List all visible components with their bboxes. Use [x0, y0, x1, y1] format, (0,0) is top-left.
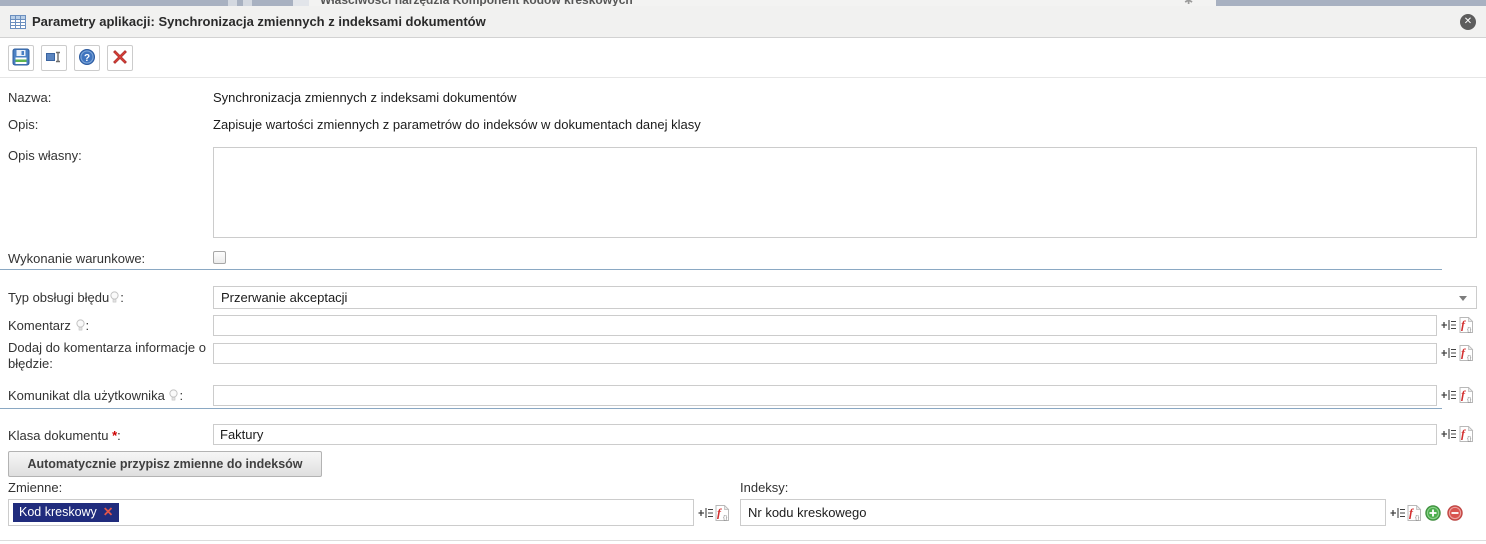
zmienne-field[interactable]: Kod kreskowy ✕	[8, 499, 694, 526]
close-icon[interactable]: ✕	[1460, 14, 1476, 30]
insert-variable-icon[interactable]	[1390, 506, 1406, 523]
klasa-dokumentu-label: Klasa dokumentu *:	[8, 428, 213, 444]
formula-editor-icon[interactable]: f{}	[1458, 345, 1474, 364]
wykonanie-warunkowe-label: Wykonanie warunkowe:	[8, 251, 213, 267]
hint-bulb-icon	[110, 291, 119, 308]
insert-variable-icon[interactable]	[1441, 318, 1457, 335]
indeksy-label: Indeksy:	[740, 480, 788, 495]
dodaj-do-komentarza-label: Dodaj do komentarza informacje o błędzie…	[8, 340, 213, 372]
table-icon	[10, 15, 26, 32]
help-button[interactable]: ?	[74, 45, 100, 71]
dialog-title: Parametry aplikacji: Synchronizacja zmie…	[32, 6, 486, 37]
dodaj-do-komentarza-input[interactable]	[213, 343, 1437, 364]
variable-chip: Kod kreskowy ✕	[13, 503, 119, 522]
zmienne-label: Zmienne:	[8, 480, 62, 495]
dialog-header: Parametry aplikacji: Synchronizacja zmie…	[0, 6, 1486, 38]
hint-bulb-icon	[169, 389, 178, 406]
klasa-dokumentu-input[interactable]	[213, 424, 1437, 445]
komunikat-input[interactable]	[213, 385, 1437, 406]
nazwa-label: Nazwa:	[8, 90, 213, 106]
opis-wlasny-label: Opis własny:	[8, 148, 213, 164]
section-divider	[0, 408, 1442, 409]
komentarz-label: Komentarz :	[8, 318, 213, 336]
save-icon	[12, 48, 30, 69]
add-row-icon[interactable]	[1425, 505, 1441, 524]
rename-icon	[45, 48, 63, 69]
chip-remove-icon[interactable]: ✕	[103, 505, 113, 519]
komentarz-input[interactable]	[213, 315, 1437, 336]
formula-editor-icon[interactable]: f{}	[714, 505, 730, 524]
formula-editor-icon[interactable]: f{}	[1406, 505, 1422, 524]
rename-button[interactable]	[41, 45, 67, 71]
toolbar: ?	[0, 38, 1486, 78]
typ-obslugi-bledu-selected-value: Przerwanie akceptacji	[221, 290, 347, 305]
delete-x-icon	[112, 49, 128, 68]
delete-button[interactable]	[107, 45, 133, 71]
formula-editor-icon[interactable]: f{}	[1458, 387, 1474, 406]
insert-variable-icon[interactable]	[1441, 427, 1457, 444]
save-button[interactable]	[8, 45, 34, 71]
chevron-down-icon	[1459, 296, 1467, 301]
dialog-bottom-edge	[0, 540, 1486, 541]
auto-assign-button[interactable]: Automatycznie przypisz zmienne do indeks…	[8, 451, 322, 477]
remove-row-icon[interactable]	[1447, 505, 1463, 524]
help-icon: ?	[78, 48, 96, 69]
indeksy-input[interactable]	[740, 499, 1386, 526]
section-divider	[0, 269, 1442, 270]
typ-obslugi-bledu-label: Typ obsługi błędu:	[8, 290, 213, 308]
app-parameters-dialog: Właściwości narzędzia Komponent kodów kr…	[0, 0, 1486, 544]
insert-variable-icon[interactable]	[1441, 388, 1457, 405]
komunikat-label: Komunikat dla użytkownika :	[8, 388, 213, 406]
wykonanie-warunkowe-checkbox[interactable]	[213, 251, 226, 264]
typ-obslugi-bledu-select[interactable]: Przerwanie akceptacji	[213, 286, 1477, 309]
opis-value: Zapisuje wartości zmiennych z parametrów…	[213, 117, 701, 132]
insert-variable-icon[interactable]	[1441, 346, 1457, 363]
svg-text:?: ?	[84, 53, 90, 64]
insert-variable-icon[interactable]	[698, 506, 714, 523]
opis-label: Opis:	[8, 117, 213, 133]
opis-wlasny-textarea[interactable]	[213, 147, 1477, 238]
hint-bulb-icon	[76, 319, 85, 336]
variable-chip-label: Kod kreskowy	[19, 505, 97, 519]
formula-editor-icon[interactable]: f{}	[1458, 317, 1474, 336]
formula-editor-icon[interactable]: f{}	[1458, 426, 1474, 445]
nazwa-value: Synchronizacja zmiennych z indeksami dok…	[213, 90, 516, 105]
